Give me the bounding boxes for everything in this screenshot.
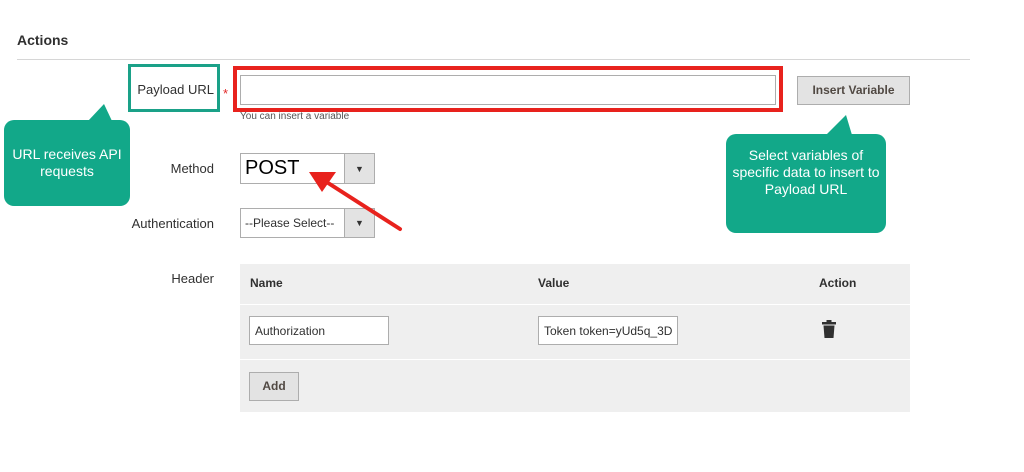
red-arrow-head <box>309 172 336 192</box>
callout-pointer <box>826 115 852 135</box>
callout-pointer <box>88 104 112 121</box>
red-arrow-line <box>323 179 402 231</box>
annotation-overlay <box>88 104 852 231</box>
